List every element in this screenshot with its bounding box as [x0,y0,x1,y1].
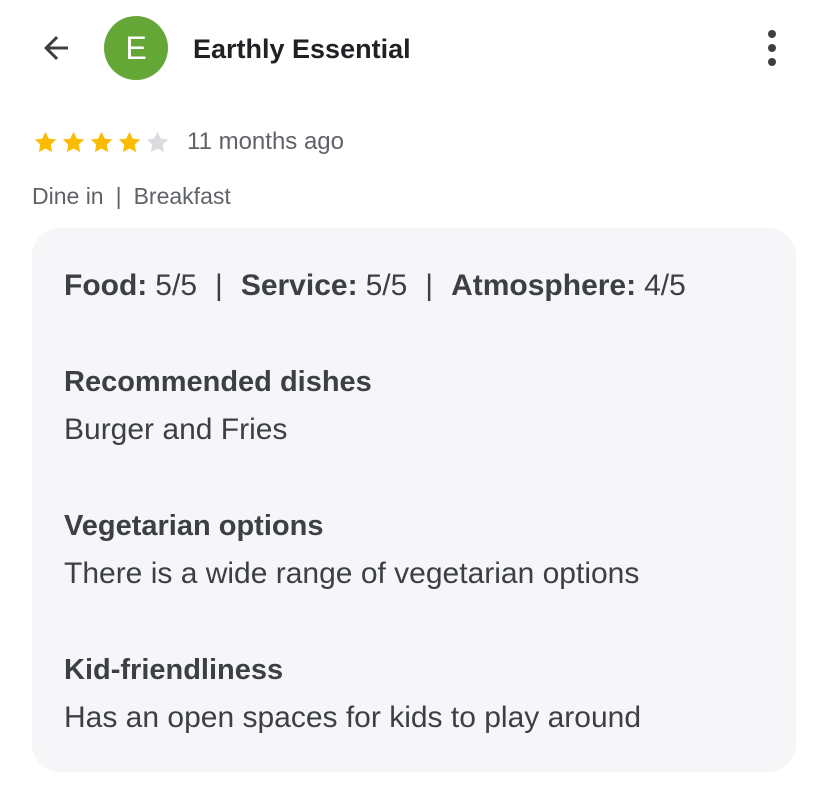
section-text: Has an open spaces for kids to play arou… [64,701,642,734]
score-separator: | [215,269,223,302]
review-header: E Earthly Essential [0,0,828,100]
meta-separator: | [115,183,122,209]
vegetarian-options-section: Vegetarian options There is a wide range… [64,508,639,592]
avatar[interactable]: E [104,16,168,80]
food-label: Food: [64,269,148,302]
food-score: 5/5 [155,269,198,302]
review-time: 11 months ago [187,128,344,155]
service-type: Dine in [32,183,104,209]
section-heading: Recommended dishes [64,366,372,398]
review-page: E Earthly Essential 11 months ago Dine i… [0,0,828,798]
score-separator: | [425,269,434,302]
star-filled-icon [62,131,85,152]
star-rating [32,129,171,156]
section-text: Burger and Fries [64,413,288,446]
section-heading: Kid-friendliness [64,654,284,686]
visit-details: Dine in | Breakfast [32,180,231,212]
star-empty-icon [146,131,169,152]
more-options-button[interactable] [752,26,792,70]
service-label: Service: [240,269,358,302]
section-text: There is a wide range of vegetarian opti… [64,557,640,590]
arrow-left-icon [44,36,68,60]
kid-friendliness-section: Kid-friendliness Has an open spaces for … [64,652,641,736]
star-filled-icon [90,131,113,152]
recommended-dishes-section: Recommended dishes Burger and Fries [64,364,372,448]
more-vert-icon [768,30,776,38]
author-name[interactable]: Earthly Essential [193,32,411,66]
avatar-letter: E [125,29,147,66]
section-heading: Vegetarian options [64,510,324,542]
rating-row: 11 months ago [32,124,344,160]
review-details-card: Food: 5/5 | Service: 5/5 | Atmosphere: 4… [32,228,796,772]
meal-type: Breakfast [133,183,231,209]
star-filled-icon [118,131,141,152]
back-button[interactable] [32,26,80,70]
score-summary: Food: 5/5 | Service: 5/5 | Atmosphere: 4… [64,268,686,304]
atmosphere-score: 4/5 [644,269,686,302]
service-score: 5/5 [365,269,408,302]
star-filled-icon [34,131,57,152]
atmosphere-label: Atmosphere: [451,269,637,302]
